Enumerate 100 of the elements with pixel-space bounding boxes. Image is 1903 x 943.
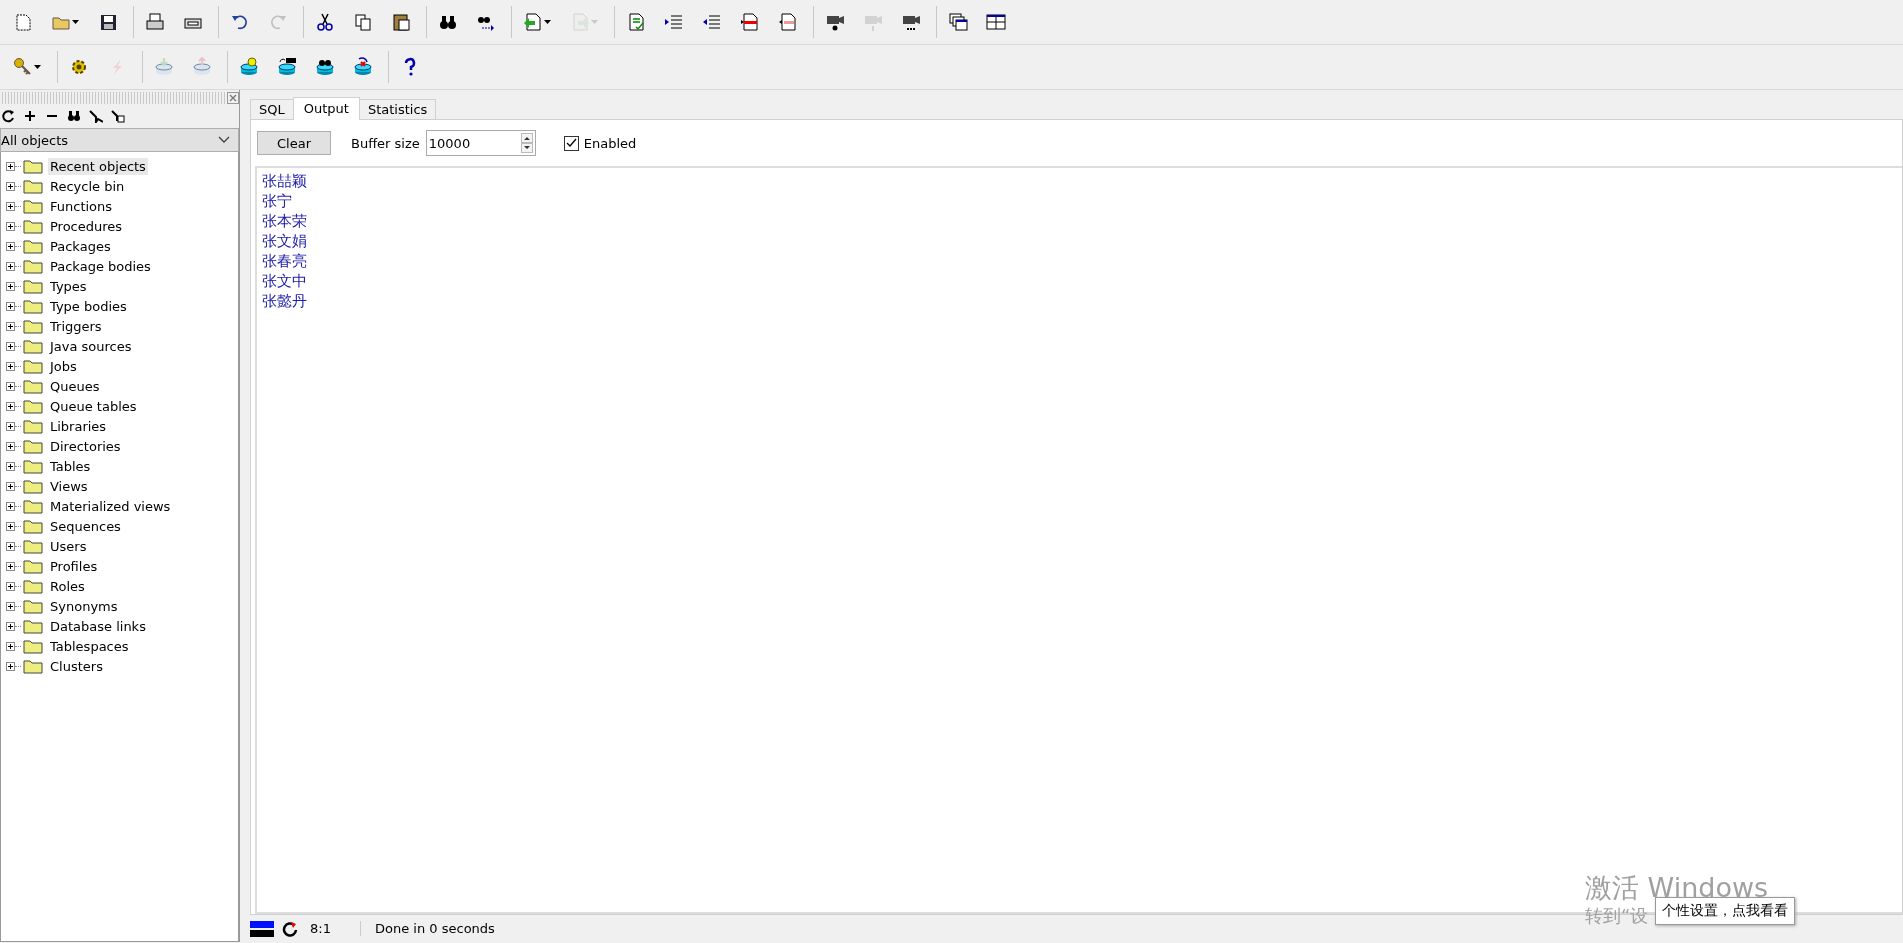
tree-item[interactable]: Views <box>48 477 90 495</box>
folder-icon <box>23 278 43 294</box>
connection-icon[interactable] <box>250 919 274 938</box>
folder-icon <box>23 178 43 194</box>
binoculars-icon[interactable] <box>67 109 81 123</box>
folder-icon <box>23 478 43 494</box>
folder-icon <box>23 198 43 214</box>
tree-item[interactable]: Directories <box>48 437 123 455</box>
add-icon[interactable] <box>23 109 37 123</box>
spinner-arrows-icon[interactable] <box>520 133 533 153</box>
tree-item[interactable]: Java sources <box>48 337 134 355</box>
tree-item[interactable]: Profiles <box>48 557 100 575</box>
tree-item[interactable]: Recycle bin <box>48 177 127 195</box>
folder-icon <box>23 618 43 634</box>
expand-icon[interactable] <box>6 221 15 231</box>
refresh-icon[interactable] <box>282 920 298 937</box>
refresh-icon[interactable] <box>1 109 15 123</box>
tree-item[interactable]: Materialized views <box>48 497 173 515</box>
buffer-size-label: Buffer size <box>351 135 420 151</box>
tree-item[interactable]: Database links <box>48 617 148 635</box>
expand-icon[interactable] <box>6 381 15 391</box>
expand-icon[interactable] <box>6 401 15 411</box>
tree-item[interactable]: Sequences <box>48 517 123 535</box>
filter-icon[interactable] <box>89 109 103 123</box>
folder-icon <box>23 158 43 174</box>
tree-item[interactable]: Triggers <box>48 317 104 335</box>
tree-item[interactable]: Type bodies <box>48 297 129 315</box>
expand-icon[interactable] <box>6 321 15 331</box>
tree-item[interactable]: Synonyms <box>48 597 120 615</box>
expand-icon[interactable] <box>6 641 15 651</box>
folder-icon <box>23 458 43 474</box>
expand-icon[interactable] <box>6 621 15 631</box>
folder-icon <box>23 598 43 614</box>
tree-item[interactable]: Functions <box>48 197 115 215</box>
folder-icon <box>23 398 43 414</box>
tab[interactable]: Statistics <box>358 99 437 119</box>
expand-icon[interactable] <box>6 281 15 291</box>
expand-icon[interactable] <box>6 161 15 171</box>
folder-icon <box>23 558 43 574</box>
tree-item[interactable]: Procedures <box>48 217 125 235</box>
object-filter-dropdown[interactable]: All objects <box>0 128 239 152</box>
cursor-position: 8:1 <box>306 921 361 936</box>
expand-icon[interactable] <box>6 521 15 531</box>
tree-item[interactable]: Queue tables <box>48 397 139 415</box>
output-line: 张春亮 <box>262 251 308 271</box>
folder-icon <box>23 358 43 374</box>
tree-item[interactable]: Queues <box>48 377 102 395</box>
expand-icon[interactable] <box>6 581 15 591</box>
folder-icon <box>23 298 43 314</box>
expand-icon[interactable] <box>6 241 15 251</box>
output-line: 张喆颖 <box>262 171 308 191</box>
expand-icon[interactable] <box>6 501 15 511</box>
folder-icon <box>23 438 43 454</box>
tree-item[interactable]: Users <box>48 537 89 555</box>
buffer-size-field[interactable]: 10000 <box>425 130 536 156</box>
checkmark-icon[interactable] <box>565 137 577 149</box>
tree-item[interactable]: Tablespaces <box>48 637 131 655</box>
tree-item[interactable]: Package bodies <box>48 257 153 275</box>
folder-icon <box>23 658 43 674</box>
clear-button[interactable]: Clear <box>257 131 331 155</box>
tree-item[interactable]: Recent objects <box>48 157 148 175</box>
expand-icon[interactable] <box>6 341 15 351</box>
output-line: 张宁 <box>262 191 293 211</box>
tree-item[interactable]: Jobs <box>48 357 79 375</box>
tree-item[interactable]: Packages <box>48 237 113 255</box>
activation-subtitle: 转到“设 <box>1585 904 1649 928</box>
folder-icon <box>23 498 43 514</box>
output-line: 张本荣 <box>262 211 308 231</box>
tree-item[interactable]: Libraries <box>48 417 109 435</box>
tree-item[interactable]: Tables <box>48 457 93 475</box>
expand-icon[interactable] <box>6 201 15 211</box>
expand-icon[interactable] <box>6 421 15 431</box>
expand-icon[interactable] <box>6 461 15 471</box>
folder-icon <box>23 538 43 554</box>
chevron-down-icon[interactable] <box>218 136 230 144</box>
filter-icon[interactable] <box>111 109 125 123</box>
tab[interactable]: Output <box>292 97 360 120</box>
folder-icon <box>23 218 43 234</box>
tooltip: 个性设置，点我看看 <box>1655 897 1795 925</box>
folder-icon <box>23 378 43 394</box>
status-message: Done in 0 seconds <box>374 921 495 936</box>
output-line: 张文中 <box>262 271 308 291</box>
enabled-checkbox[interactable]: Enabled <box>563 135 637 151</box>
close-icon[interactable] <box>227 92 239 104</box>
tree-item[interactable]: Clusters <box>48 657 105 675</box>
expand-icon[interactable] <box>6 481 15 491</box>
tab[interactable]: SQL <box>250 99 294 119</box>
expand-icon[interactable] <box>6 541 15 551</box>
expand-icon[interactable] <box>6 561 15 571</box>
folder-icon <box>23 418 43 434</box>
expand-icon[interactable] <box>6 181 15 191</box>
expand-icon[interactable] <box>6 441 15 451</box>
tree-item[interactable]: Roles <box>48 577 87 595</box>
expand-icon[interactable] <box>6 361 15 371</box>
expand-icon[interactable] <box>6 261 15 271</box>
folder-icon <box>23 518 43 534</box>
expand-icon[interactable] <box>6 301 15 311</box>
tree-item[interactable]: Types <box>48 277 89 295</box>
expand-icon[interactable] <box>6 661 15 671</box>
expand-icon[interactable] <box>6 601 15 611</box>
